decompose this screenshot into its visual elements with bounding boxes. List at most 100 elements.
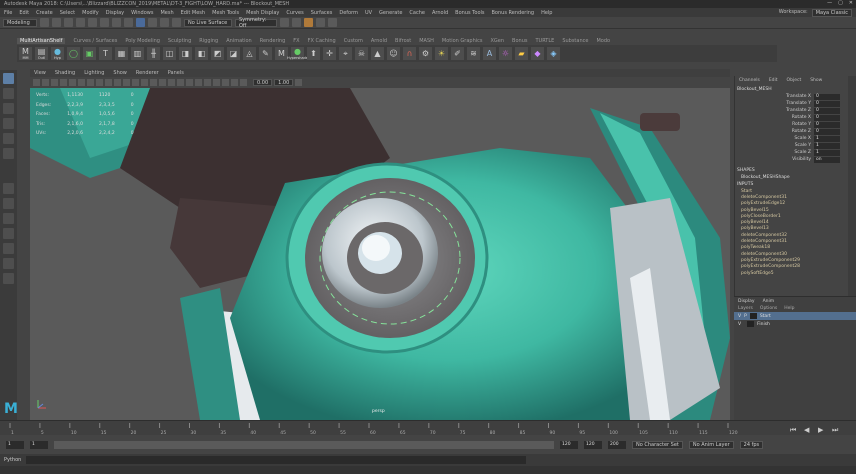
xray-icon[interactable] <box>222 79 229 86</box>
select-hierarchy-icon[interactable] <box>100 18 109 27</box>
go-to-start-icon[interactable]: ⏮ <box>790 426 796 434</box>
render-icon[interactable] <box>292 18 301 27</box>
menu-mesh-display[interactable]: Mesh Display <box>246 10 279 16</box>
shelf-button-split-icon[interactable]: ╫ <box>147 47 160 60</box>
shelf-button-warp-icon[interactable]: ≋ <box>467 47 480 60</box>
side-tabs-strip[interactable] <box>848 76 856 296</box>
menu-mesh-tools[interactable]: Mesh Tools <box>212 10 239 16</box>
viewport-menu-renderer[interactable]: Renderer <box>136 70 159 76</box>
safe-action-icon[interactable] <box>114 79 121 86</box>
layer-visibility-toggle[interactable]: V <box>738 314 741 319</box>
menu-deform[interactable]: Deform <box>339 10 358 16</box>
shelf-tab[interactable]: Bonus <box>512 38 527 44</box>
gate-field[interactable]: 0.00 <box>253 79 273 86</box>
live-surface-field[interactable]: No Live Surface <box>184 18 232 27</box>
move-tool-icon[interactable] <box>3 118 14 129</box>
layer-menu-options[interactable]: Options <box>760 306 777 311</box>
shelf-button-stack-icon[interactable]: ▰ <box>515 47 528 60</box>
snap-point-icon[interactable] <box>160 18 169 27</box>
viewport-menu-lighting[interactable]: Lighting <box>84 70 104 76</box>
image-plane-icon[interactable] <box>60 79 67 86</box>
menu-select[interactable]: Select <box>60 10 75 16</box>
menu-display[interactable]: Display <box>106 10 124 16</box>
cb-menu-edit[interactable]: Edit <box>769 78 778 83</box>
shelf-tab[interactable]: FX Caching <box>308 38 336 44</box>
shelf-tab[interactable]: Motion Graphics <box>442 38 483 44</box>
hypershade-icon[interactable] <box>328 18 337 27</box>
menu-uv[interactable]: UV <box>365 10 372 16</box>
shelf-button-arnold-icon[interactable]: A <box>483 47 496 60</box>
range-end-field[interactable]: 120 <box>560 440 578 449</box>
save-scene-icon[interactable] <box>64 18 73 27</box>
attr-translate-x[interactable]: Translate X0 <box>735 93 856 100</box>
shadows-icon[interactable] <box>168 79 175 86</box>
bookmark-icon[interactable] <box>51 79 58 86</box>
textured-icon[interactable] <box>150 79 157 86</box>
time-slider[interactable]: 1 5 10 15 20 25 30 35 40 45 50 55 60 65 70 75 80 85 90 95 10… <box>0 420 856 436</box>
shelf-button-smooth-icon[interactable]: ◬ <box>243 47 256 60</box>
playback-end-field[interactable]: 200 <box>608 440 626 449</box>
smooth-shade-icon[interactable] <box>132 79 139 86</box>
camera-attr-icon[interactable] <box>42 79 49 86</box>
play-icon[interactable]: ▶ <box>818 426 824 434</box>
symmetry-dropdown[interactable]: Symmetry: Off <box>235 17 277 29</box>
shelf-button-arrow-icon[interactable]: ⬆ <box>307 47 320 60</box>
attr-rotate-z[interactable]: Rotate Z0 <box>735 128 856 135</box>
four-view-icon[interactable] <box>3 213 14 224</box>
start-frame-field[interactable]: 1 <box>6 440 24 449</box>
new-scene-icon[interactable] <box>40 18 49 27</box>
shelf-tab[interactable]: Curves / Surfaces <box>73 38 117 44</box>
shelf-button-skull-icon[interactable]: ☠ <box>355 47 368 60</box>
wireframe-on-shaded-icon[interactable] <box>141 79 148 86</box>
cb-menu-show[interactable]: Show <box>810 78 822 83</box>
layer-row-finish[interactable]: V Finish <box>734 320 856 328</box>
shelf-button-brush-icon[interactable]: ✐ <box>451 47 464 60</box>
shelf-button-cube-icon[interactable]: ▣ <box>83 47 96 60</box>
viewport-menu-view[interactable]: View <box>34 70 46 76</box>
menu-arnold[interactable]: Arnold <box>432 10 448 16</box>
menu-generate[interactable]: Generate <box>379 10 402 16</box>
fps-dropdown[interactable]: 24 fps <box>739 440 764 449</box>
shelf-button-grid-icon[interactable]: ▥ <box>131 47 144 60</box>
go-to-end-icon[interactable]: ⏭ <box>832 426 839 434</box>
shelf-tab[interactable]: Bifrost <box>395 38 411 44</box>
redo-icon[interactable] <box>88 18 97 27</box>
menu-mesh[interactable]: Mesh <box>160 10 173 16</box>
layer-pick-toggle[interactable]: P <box>744 314 747 319</box>
attr-translate-z[interactable]: Translate Z0 <box>735 107 856 114</box>
attr-scale-x[interactable]: Scale X1 <box>735 135 856 142</box>
shelf-button-ai2-icon[interactable]: ◈ <box>547 47 560 60</box>
menu-bonus-tools[interactable]: Bonus Tools <box>455 10 484 16</box>
cb-menu-object[interactable]: Object <box>787 78 802 83</box>
viewport-menu-panels[interactable]: Panels <box>168 70 184 76</box>
layer-row-start[interactable]: V P Start <box>734 312 856 320</box>
aa-icon[interactable] <box>195 79 202 86</box>
layer-visibility-toggle[interactable]: V <box>738 322 741 327</box>
shelf-tab[interactable]: TURTLE <box>535 38 554 44</box>
shelf-tab-active[interactable]: MultiArtisanShelf <box>17 38 66 44</box>
end-frame-field[interactable]: 120 <box>584 440 602 449</box>
shelf-button-gear-icon[interactable]: ⚙ <box>419 47 432 60</box>
shelf-tab[interactable]: Sculpting <box>168 38 191 44</box>
menu-windows[interactable]: Windows <box>131 10 153 16</box>
minimize-icon[interactable]: — <box>827 0 832 6</box>
single-view-icon[interactable] <box>3 198 14 209</box>
input-node[interactable]: polySoftEdge5 <box>735 270 856 276</box>
gate-mask-icon[interactable] <box>96 79 103 86</box>
attr-scale-z[interactable]: Scale Z1 <box>735 149 856 156</box>
wireframe-icon[interactable] <box>123 79 130 86</box>
open-scene-icon[interactable] <box>52 18 61 27</box>
tab-display[interactable]: Display <box>738 299 755 304</box>
shelf-tab[interactable]: MASH <box>419 38 434 44</box>
ao-icon[interactable] <box>177 79 184 86</box>
shelf-tab[interactable]: Substance <box>562 38 588 44</box>
viewport-menu-show[interactable]: Show <box>113 70 127 76</box>
step-back-icon[interactable]: ◀ <box>804 426 810 434</box>
attr-rotate-x[interactable]: Rotate X0 <box>735 114 856 121</box>
scale-field[interactable]: 1.00 <box>274 79 294 86</box>
menu-edit-mesh[interactable]: Edit Mesh <box>181 10 205 16</box>
film-gate-icon[interactable] <box>78 79 85 86</box>
menu-surfaces[interactable]: Surfaces <box>311 10 333 16</box>
shelf-button-lights-icon[interactable]: ☼ <box>499 47 512 60</box>
lights-icon[interactable] <box>159 79 166 86</box>
